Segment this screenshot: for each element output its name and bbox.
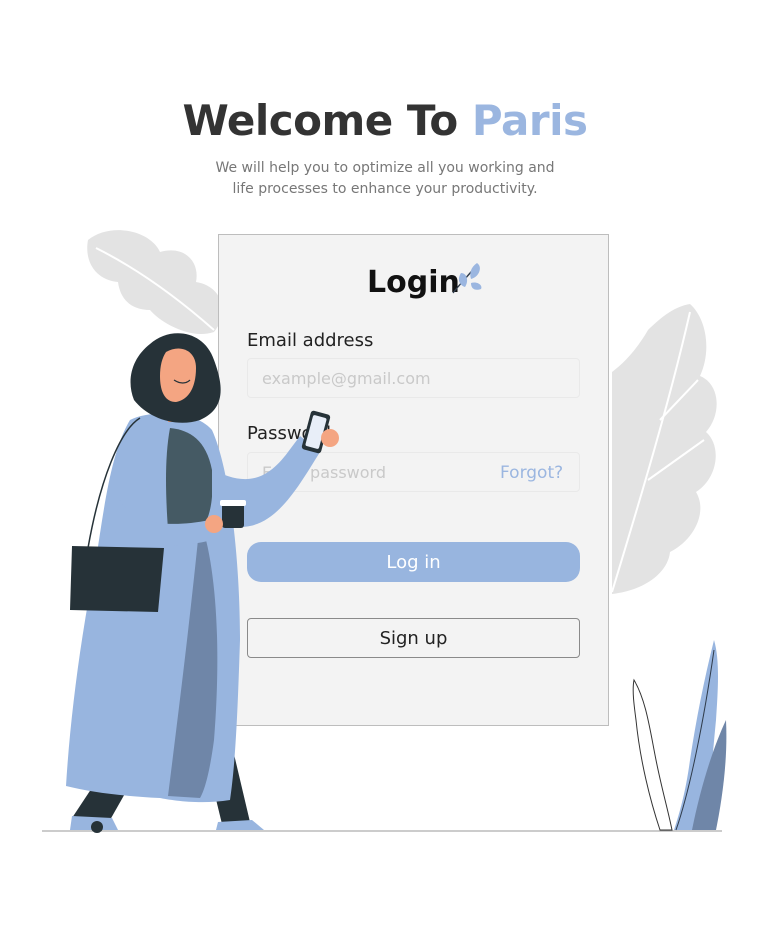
forgot-password-link[interactable]: Forgot? [500,463,563,483]
login-card: Login Email address Password Forgot? Log… [218,234,609,726]
page-title: Welcome To Paris [0,96,770,145]
email-label: Email address [247,330,374,351]
login-title: Login [367,265,460,300]
login-button[interactable]: Log in [247,542,580,582]
leaf-icon [452,263,482,294]
page-subtitle: We will help you to optimize all you wor… [195,158,575,200]
signup-button[interactable]: Sign up [247,618,580,658]
email-field[interactable] [247,358,580,398]
page-title-accent: Paris [471,96,588,145]
subtitle-line-2: life processes to enhance your productiv… [232,181,538,197]
subtitle-line-1: We will help you to optimize all you wor… [215,160,555,176]
page-title-main: Welcome To [182,96,459,145]
right-bg-leaf [612,304,717,594]
password-label: Password [247,423,332,444]
